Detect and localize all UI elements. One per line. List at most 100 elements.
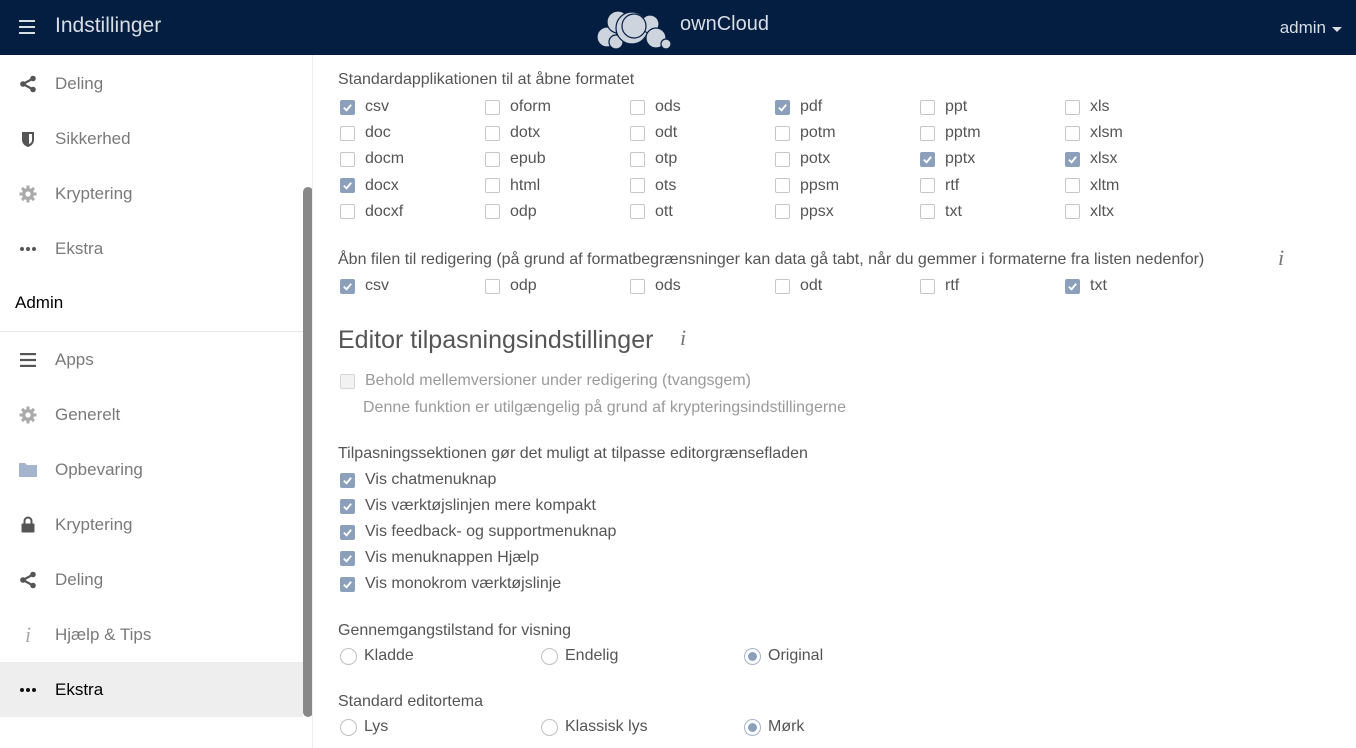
checkbox-unchecked[interactable]: [920, 178, 935, 194]
checkbox-unchecked[interactable]: [630, 278, 645, 294]
default-app-potx[interactable]: potx: [775, 148, 830, 170]
default-app-odp[interactable]: odp: [485, 201, 537, 223]
edit-format-ods[interactable]: ods: [630, 275, 681, 297]
default-app-xltx[interactable]: xltx: [1065, 201, 1114, 223]
checkbox-unchecked[interactable]: [630, 151, 645, 167]
checkbox-unchecked[interactable]: [485, 125, 500, 141]
sidebar-item-apps[interactable]: Apps: [0, 332, 303, 387]
radio-unselected[interactable]: [340, 647, 357, 665]
default-app-csv[interactable]: csv: [340, 96, 389, 118]
customization-info-icon[interactable]: i: [680, 325, 686, 351]
default-app-pptm[interactable]: pptm: [920, 122, 981, 144]
checkbox-unchecked[interactable]: [775, 204, 790, 220]
sidebar-item-deling[interactable]: Deling: [0, 56, 303, 111]
checkbox-unchecked[interactable]: [1065, 99, 1080, 115]
customization-option[interactable]: Vis monokrom værktøjslinje: [340, 573, 561, 595]
checkbox-unchecked[interactable]: [630, 178, 645, 194]
sidebar-item-deling-admin[interactable]: Deling: [0, 552, 303, 607]
checkbox-unchecked[interactable]: [920, 99, 935, 115]
checkbox-unchecked[interactable]: [775, 125, 790, 141]
checkbox-unchecked[interactable]: [485, 151, 500, 167]
edit-format-csv[interactable]: csv: [340, 275, 389, 297]
edit-format-rtf[interactable]: rtf: [920, 275, 959, 297]
sidebar-item-generelt[interactable]: Generelt: [0, 387, 303, 442]
default-app-pdf[interactable]: pdf: [775, 96, 822, 118]
theme-option[interactable]: Mørk: [744, 716, 804, 738]
checkbox-checked[interactable]: [1065, 151, 1080, 167]
customization-option[interactable]: Vis menuknappen Hjælp: [340, 547, 539, 569]
default-app-odt[interactable]: odt: [630, 122, 677, 144]
checkbox-unchecked[interactable]: [630, 204, 645, 220]
default-app-doc[interactable]: doc: [340, 122, 391, 144]
customization-option[interactable]: Vis chatmenuknap: [340, 469, 496, 491]
checkbox-unchecked[interactable]: [920, 125, 935, 141]
checkbox-checked[interactable]: [340, 472, 355, 488]
customization-option[interactable]: Vis feedback- og supportmenuknap: [340, 521, 616, 543]
checkbox-unchecked[interactable]: [1065, 178, 1080, 194]
review-mode-option[interactable]: Endelig: [541, 645, 618, 667]
radio-selected[interactable]: [744, 647, 761, 665]
sidebar-item-kryptering-admin[interactable]: Kryptering: [0, 497, 303, 552]
checkbox-unchecked[interactable]: [630, 99, 645, 115]
checkbox-checked[interactable]: [920, 151, 935, 167]
default-app-dotx[interactable]: dotx: [485, 122, 540, 144]
default-app-ppsm[interactable]: ppsm: [775, 175, 839, 197]
checkbox-checked[interactable]: [340, 498, 355, 514]
default-app-docm[interactable]: docm: [340, 148, 404, 170]
owncloud-logo[interactable]: ownCloud: [596, 5, 769, 50]
checkbox-unchecked[interactable]: [775, 178, 790, 194]
checkbox-unchecked[interactable]: [485, 204, 500, 220]
sidebar-item-opbevaring[interactable]: Opbevaring: [0, 442, 303, 497]
checkbox-checked[interactable]: [340, 178, 355, 194]
radio-unselected[interactable]: [541, 647, 558, 665]
checkbox-checked[interactable]: [775, 99, 790, 115]
checkbox-unchecked[interactable]: [1065, 204, 1080, 220]
checkbox-checked[interactable]: [340, 550, 355, 566]
checkbox-unchecked[interactable]: [340, 151, 355, 167]
checkbox-unchecked[interactable]: [340, 125, 355, 141]
edit-format-odt[interactable]: odt: [775, 275, 822, 297]
default-app-rtf[interactable]: rtf: [920, 175, 959, 197]
edit-formats-info-icon[interactable]: i: [1278, 245, 1284, 271]
radio-unselected[interactable]: [340, 718, 357, 736]
checkbox-checked[interactable]: [340, 524, 355, 540]
checkbox-checked[interactable]: [340, 576, 355, 592]
default-app-xltm[interactable]: xltm: [1065, 175, 1119, 197]
default-app-docx[interactable]: docx: [340, 175, 399, 197]
checkbox-unchecked[interactable]: [775, 278, 790, 294]
user-menu[interactable]: admin: [1280, 18, 1342, 38]
checkbox-unchecked[interactable]: [340, 204, 355, 220]
theme-option[interactable]: Lys: [340, 716, 388, 738]
sidebar-item-sikkerhed[interactable]: Sikkerhed: [0, 111, 303, 166]
hamburger-menu-icon[interactable]: [19, 20, 35, 34]
checkbox-unchecked[interactable]: [775, 151, 790, 167]
review-mode-option[interactable]: Kladde: [340, 645, 414, 667]
default-app-xlsx[interactable]: xlsx: [1065, 148, 1118, 170]
customization-option[interactable]: Vis værktøjslinjen mere kompakt: [340, 495, 596, 517]
forcesave-checkbox[interactable]: [340, 373, 355, 389]
default-app-ods[interactable]: ods: [630, 96, 681, 118]
checkbox-unchecked[interactable]: [920, 278, 935, 294]
default-app-xls[interactable]: xls: [1065, 96, 1110, 118]
default-app-ots[interactable]: ots: [630, 175, 676, 197]
theme-option[interactable]: Klassisk lys: [541, 716, 648, 738]
default-app-otp[interactable]: otp: [630, 148, 677, 170]
default-app-xlsm[interactable]: xlsm: [1065, 122, 1123, 144]
checkbox-unchecked[interactable]: [630, 125, 645, 141]
sidebar-item-ekstra-admin[interactable]: Ekstra: [0, 662, 303, 717]
review-mode-option[interactable]: Original: [744, 645, 823, 667]
checkbox-checked[interactable]: [340, 278, 355, 294]
checkbox-unchecked[interactable]: [920, 204, 935, 220]
sidebar-item-hjaelp-tips[interactable]: i Hjælp & Tips: [0, 607, 303, 662]
checkbox-checked[interactable]: [340, 99, 355, 115]
forcesave-checkbox-item[interactable]: Behold mellemversioner under redigering …: [340, 370, 751, 392]
default-app-ppt[interactable]: ppt: [920, 96, 967, 118]
sidebar-scrollbar[interactable]: [303, 187, 312, 717]
radio-selected[interactable]: [744, 718, 761, 736]
default-app-oform[interactable]: oform: [485, 96, 551, 118]
sidebar-item-ekstra-personal[interactable]: Ekstra: [0, 221, 303, 276]
checkbox-unchecked[interactable]: [485, 278, 500, 294]
default-app-html[interactable]: html: [485, 175, 540, 197]
checkbox-unchecked[interactable]: [1065, 125, 1080, 141]
default-app-potm[interactable]: potm: [775, 122, 836, 144]
